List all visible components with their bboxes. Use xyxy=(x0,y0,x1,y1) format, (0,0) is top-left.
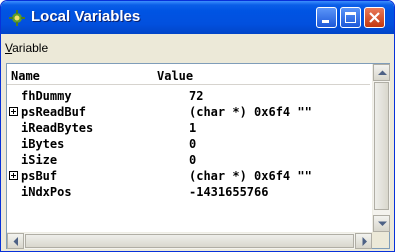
list-item[interactable]: iReadBytes 1 xyxy=(7,121,370,137)
variable-name: psReadBuf xyxy=(21,105,87,119)
arrow-up-icon xyxy=(378,70,387,75)
close-button[interactable] xyxy=(364,7,385,28)
variables-list: fhDummy 72 psReadBuf (char *) 0x6f4 "" i… xyxy=(7,89,370,201)
menu-variable[interactable]: Variable xyxy=(5,41,48,55)
close-icon xyxy=(369,12,380,23)
horizontal-scrollbar[interactable] xyxy=(7,232,372,249)
arrow-left-icon xyxy=(13,237,18,246)
window-title: Local Variables xyxy=(31,8,141,25)
expand-plus-icon[interactable] xyxy=(9,171,18,180)
variable-value: 0 xyxy=(189,153,197,167)
maximize-button[interactable] xyxy=(340,7,361,28)
scrollbar-corner xyxy=(372,232,389,248)
scroll-down-button[interactable] xyxy=(373,215,390,232)
scroll-left-button[interactable] xyxy=(7,233,24,249)
variable-value: (char *) 0x6f4 "" xyxy=(189,105,312,119)
variable-name: iNdxPos xyxy=(21,185,72,199)
maximize-icon xyxy=(345,12,356,23)
column-header-name[interactable]: Name xyxy=(11,69,40,83)
horizontal-scroll-thumb[interactable] xyxy=(25,234,354,248)
minimize-icon xyxy=(322,20,329,23)
arrow-right-icon xyxy=(362,237,367,246)
column-header-value[interactable]: Value xyxy=(157,69,193,83)
variable-name: iSize xyxy=(21,153,58,167)
scroll-up-button[interactable] xyxy=(373,64,390,81)
scroll-right-button[interactable] xyxy=(355,233,372,249)
expand-plus-icon[interactable] xyxy=(9,107,18,116)
list-item[interactable]: iSize 0 xyxy=(7,153,370,169)
app-icon xyxy=(9,10,25,26)
list-item[interactable]: iNdxPos -1431655766 xyxy=(7,185,370,201)
title-bar[interactable]: Local Variables xyxy=(1,1,394,34)
variable-name: psBuf xyxy=(21,169,58,183)
list-item[interactable]: iBytes 0 xyxy=(7,137,370,153)
variable-name: iBytes xyxy=(21,137,65,151)
vertical-scrollbar[interactable] xyxy=(372,64,390,232)
list-item[interactable]: psReadBuf (char *) 0x6f4 "" xyxy=(7,105,370,121)
variable-value: 0 xyxy=(189,137,197,151)
local-variables-window: Local Variables Variable Name Value fhDu… xyxy=(0,0,395,252)
variables-pane: Name Value fhDummy 72 psReadBuf (char *)… xyxy=(6,63,390,249)
variable-name: fhDummy xyxy=(21,89,72,103)
list-item[interactable]: fhDummy 72 xyxy=(7,89,370,105)
variable-value: 1 xyxy=(189,121,197,135)
list-item[interactable]: psBuf (char *) 0x6f4 "" xyxy=(7,169,370,185)
minimize-button[interactable] xyxy=(316,7,337,28)
variable-name: iReadBytes xyxy=(21,121,94,135)
column-header: Name Value xyxy=(7,68,370,85)
variable-value: 72 xyxy=(189,89,204,103)
variable-value: (char *) 0x6f4 "" xyxy=(189,169,312,183)
menu-bar: Variable xyxy=(5,41,48,59)
arrow-down-icon xyxy=(378,221,387,226)
scroll-thumb[interactable] xyxy=(374,82,389,210)
variable-value: -1431655766 xyxy=(189,185,269,199)
